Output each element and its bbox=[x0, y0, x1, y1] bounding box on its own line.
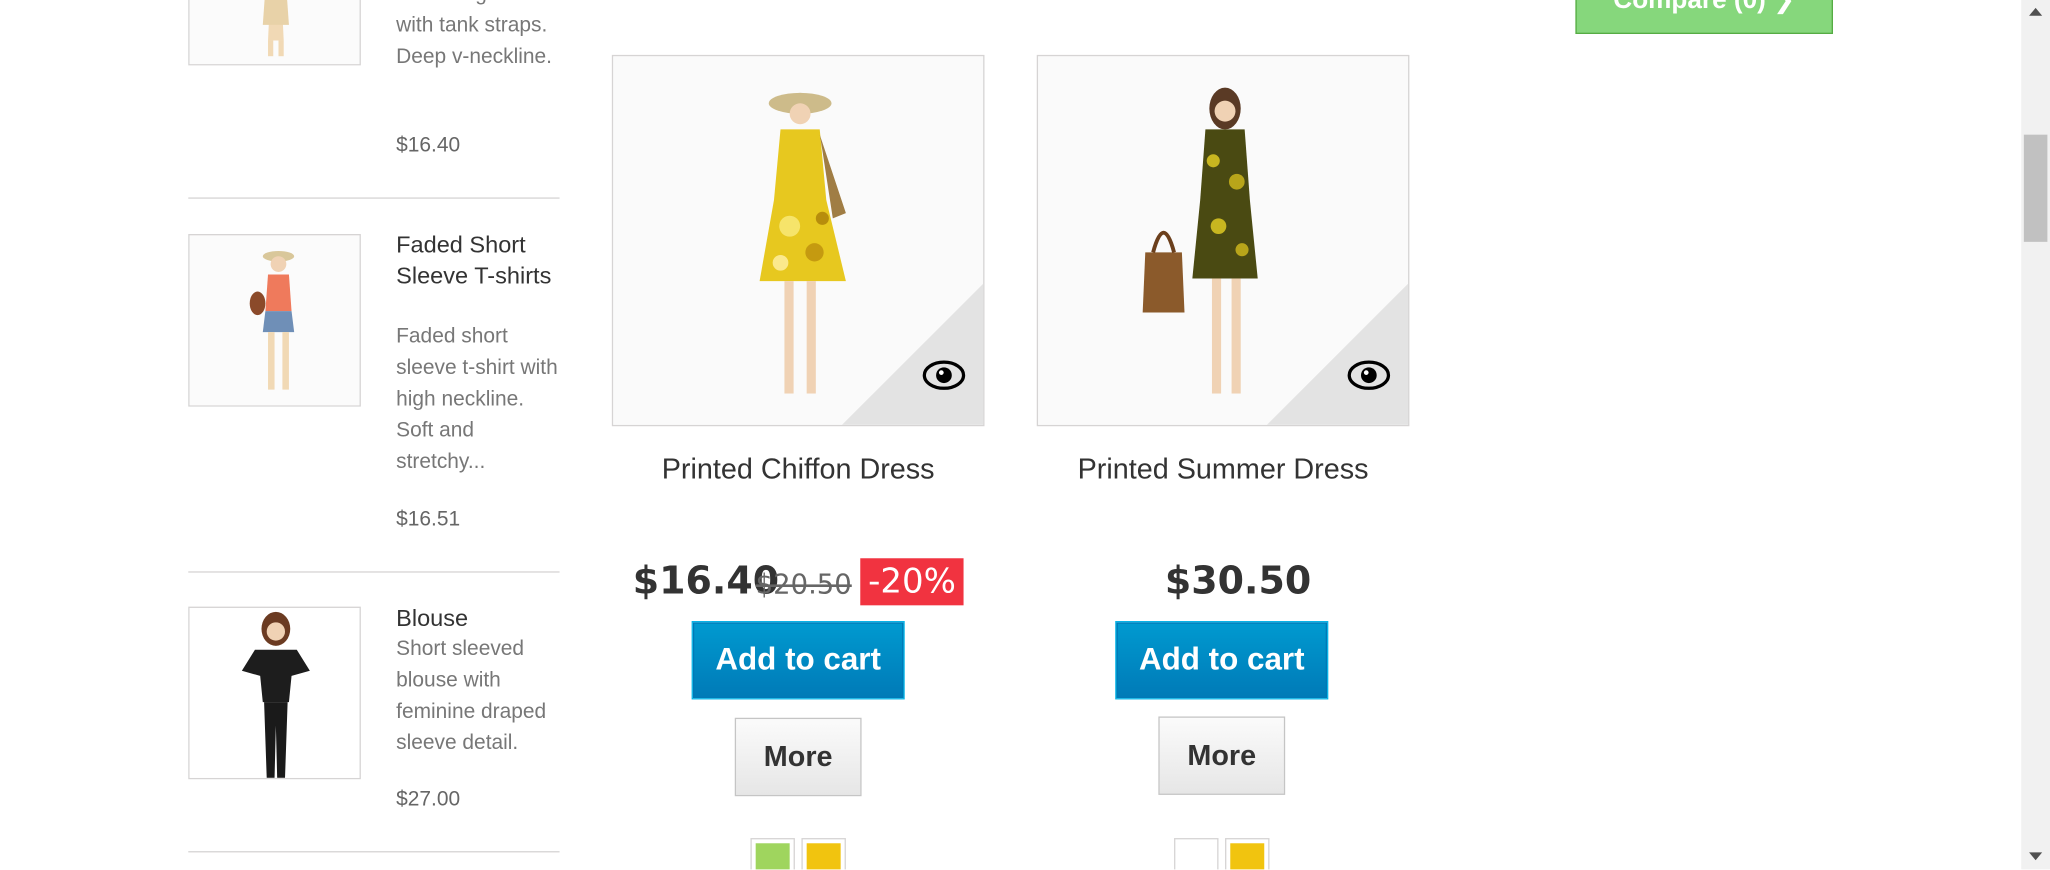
side-item-3-price: $27.00 bbox=[396, 788, 461, 811]
quick-view-corner bbox=[841, 283, 984, 425]
product-price: $30.50 bbox=[1164, 558, 1312, 603]
scrollbar[interactable] bbox=[2021, 0, 2050, 870]
reduction-badge: -20% bbox=[860, 558, 964, 606]
product-thumbnail[interactable] bbox=[188, 234, 361, 407]
side-item-2-name[interactable]: Faded Short Sleeve T-shirts bbox=[396, 229, 561, 292]
side-item-3-description: Short sleeved blouse with feminine drape… bbox=[396, 638, 547, 755]
blouse-thumbnail-icon bbox=[189, 607, 360, 778]
eye-icon[interactable] bbox=[1347, 357, 1391, 394]
color-swatch[interactable] bbox=[1225, 838, 1270, 870]
tshirt-thumbnail-icon bbox=[189, 235, 360, 406]
divider bbox=[188, 851, 560, 853]
add-to-cart-button[interactable]: Add to cart bbox=[691, 621, 905, 700]
scroll-up-arrow-icon[interactable] bbox=[2029, 7, 2043, 16]
color-swatch[interactable] bbox=[1174, 838, 1219, 870]
divider bbox=[188, 571, 560, 573]
color-swatch[interactable] bbox=[801, 838, 846, 870]
page: knee length dress with tank straps. Deep… bbox=[0, 0, 2050, 870]
product-name[interactable]: Printed Chiffon Dress bbox=[612, 451, 985, 488]
product-name[interactable]: Printed Summer Dress bbox=[1037, 451, 1410, 488]
color-swatch[interactable] bbox=[750, 838, 795, 870]
compare-button[interactable]: Compare (0) ❯ bbox=[1575, 0, 1833, 34]
side-item-1-price: $16.40 bbox=[396, 134, 461, 157]
side-item-2-description: Faded short sleeve t-shirt with high nec… bbox=[396, 325, 558, 474]
add-to-cart-button[interactable]: Add to cart bbox=[1115, 621, 1329, 700]
side-item-3-name[interactable]: Blouse bbox=[396, 603, 561, 634]
old-price: $20.50 bbox=[755, 568, 852, 601]
scroll-down-arrow-icon[interactable] bbox=[2029, 852, 2043, 861]
more-button[interactable]: More bbox=[734, 717, 862, 797]
quick-view-corner bbox=[1266, 283, 1409, 425]
eye-icon[interactable] bbox=[922, 357, 966, 394]
dress-thumbnail-icon bbox=[189, 0, 360, 65]
more-button[interactable]: More bbox=[1158, 716, 1286, 795]
product-image[interactable] bbox=[1036, 54, 1410, 427]
scroll-thumb[interactable] bbox=[2023, 134, 2048, 242]
divider bbox=[188, 197, 560, 199]
product-thumbnail[interactable] bbox=[188, 0, 361, 66]
product-thumbnail[interactable] bbox=[188, 606, 361, 780]
side-item-2-price: $16.51 bbox=[396, 508, 461, 531]
side-item-1-description: knee length dress with tank straps. Deep… bbox=[396, 0, 561, 68]
product-image[interactable] bbox=[611, 54, 985, 427]
